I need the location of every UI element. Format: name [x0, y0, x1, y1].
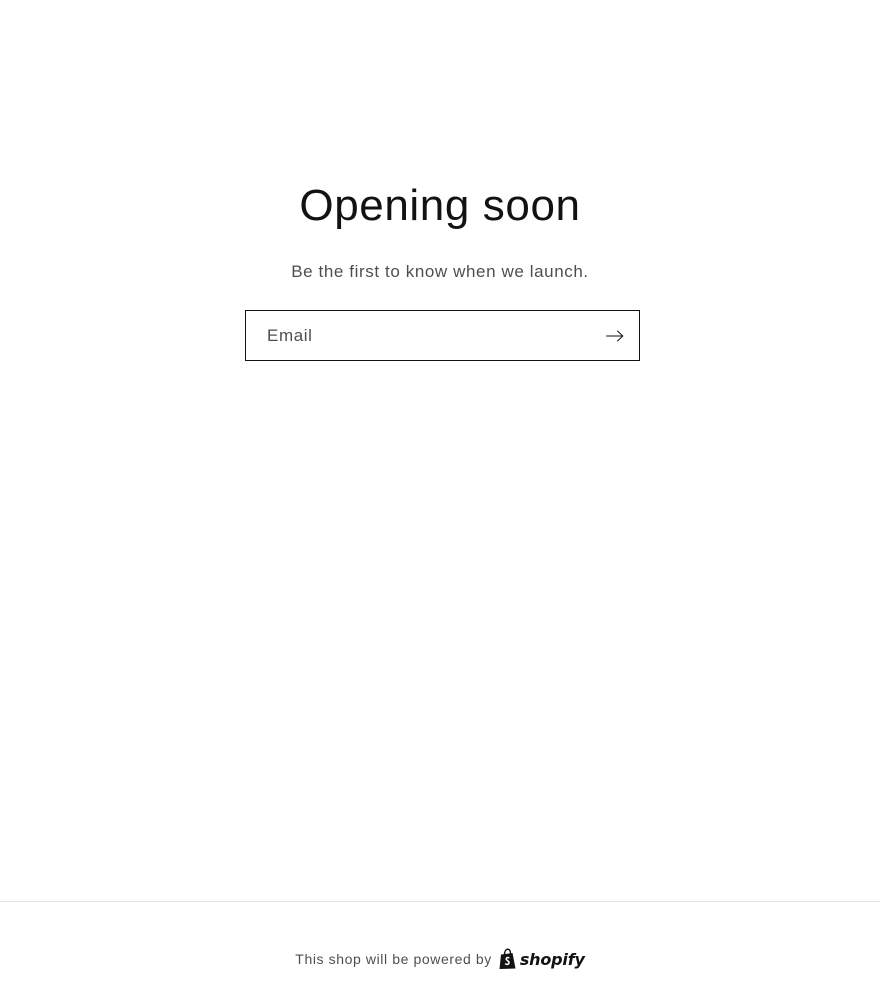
shopify-link[interactable]: shopify: [498, 948, 585, 970]
page-subtitle: Be the first to know when we launch.: [291, 262, 589, 281]
footer-divider: [0, 901, 880, 902]
shopify-bag-icon: [499, 948, 516, 969]
shopify-wordmark: shopify: [519, 949, 585, 969]
subscribe-button[interactable]: [591, 311, 639, 360]
newsletter-form: [245, 310, 640, 361]
page-title: Opening soon: [299, 181, 581, 230]
email-input[interactable]: [246, 311, 596, 360]
page-footer: This shop will be powered by shopify: [0, 944, 880, 974]
arrow-right-icon: [606, 330, 624, 341]
powered-by-text: This shop will be powered by: [295, 951, 492, 967]
